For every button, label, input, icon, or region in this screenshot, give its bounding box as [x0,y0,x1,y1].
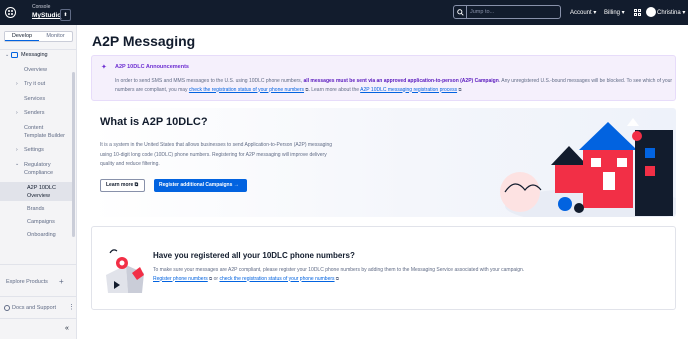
sparkle-icon: ✦ [101,64,107,71]
check-registration-status-link[interactable]: check the registration status of your ph… [219,276,334,282]
announcement-text: In order to send SMS and MMS messages to… [115,77,675,94]
sidebar-item-template-builder[interactable]: Template Builder [24,133,65,139]
announcement-text-part: . Learn more about the [308,86,361,93]
external-link-icon: ⧉ [334,275,340,281]
check-registration-status-link[interactable]: check the registration status of your ph… [189,87,304,93]
message-icon [11,52,18,58]
account-caption: Console [32,4,51,10]
phone-registration-illustration [106,249,144,293]
tab-monitor[interactable]: Monitor [39,32,72,41]
account-menu[interactable]: Account ▾ [570,9,596,16]
sidebar-item-onboarding[interactable]: Onboarding [27,232,56,238]
account-name-link[interactable]: MyStudio [32,12,61,19]
announcement-text-part: In order to send SMS and MMS messages to… [115,78,304,84]
sidebar-item-try-it-out[interactable]: Try it out [24,81,45,87]
sidebar-item-campaigns[interactable]: Campaigns [27,219,55,225]
hero-description: It is a system in the United States that… [100,142,333,167]
search-input[interactable]: Jump to... [470,9,494,15]
registration-process-link[interactable]: A2P 10DLC messaging registration process [360,87,457,93]
sidebar-item-content[interactable]: Content [24,125,43,131]
sidebar-divider [0,296,77,297]
chevron-right-icon[interactable]: › [16,147,18,153]
explore-products-link[interactable]: Explore Products [6,279,48,285]
sidebar-item-senders[interactable]: Senders [24,110,45,116]
sidebar-item-settings[interactable]: Settings [24,147,44,153]
sidebar-item-regulatory[interactable]: Regulatory [24,162,51,168]
account-switcher-button[interactable]: ⬍ [60,9,71,21]
announcement-banner: ✦ A2P 10DLC Announcements In order to se… [91,55,676,101]
page-title: A2P Messaging [92,33,196,49]
external-link-icon: ⧉ [457,86,462,92]
sidebar-item-overview[interactable]: Overview [24,67,47,73]
sidebar-divider [0,264,77,265]
collapse-sidebar-icon[interactable]: « [65,325,69,332]
sidebar: Develop Monitor ⌄ Messaging Overview › T… [0,25,77,339]
docs-and-support-link[interactable]: Docs and Support [12,305,56,311]
search-icon[interactable] [454,6,467,18]
avatar[interactable] [646,7,656,17]
search-field[interactable]: Jump to... [453,5,561,19]
announcement-title: A2P 10DLC Announcements [115,64,189,70]
numbers-card-text-part: To make sure your messages are A2P compl… [153,267,525,273]
tab-develop[interactable]: Develop [5,32,39,41]
sidebar-item-a2p-10dlc[interactable]: A2P 10DLC [27,185,56,191]
top-nav-bar: Console MyStudio ⬍ Jump to... Account ▾ … [0,0,688,25]
sidebar-section-messaging[interactable]: Messaging [21,52,48,58]
sidebar-item-compliance[interactable]: Compliance [24,170,53,176]
sidebar-tabs: Develop Monitor [4,31,73,42]
billing-menu[interactable]: Billing ▾ [604,9,625,16]
chevron-right-icon[interactable]: › [16,110,18,116]
chevron-down-icon[interactable]: ⌄ [5,52,9,58]
sidebar-item-brands[interactable]: Brands [27,206,44,212]
numbers-card-text: To make sure your messages are A2P compl… [153,267,663,283]
learn-more-button[interactable]: Learn more ⧉ [100,179,145,192]
help-icon [4,305,10,311]
user-menu[interactable]: Christina ▾ [657,9,685,16]
chevron-down-icon[interactable]: ⌄ [15,161,19,167]
sidebar-item-services[interactable]: Services [24,96,45,102]
sidebar-scrollbar[interactable] [72,72,75,237]
app-grid-icon[interactable] [634,9,641,16]
add-icon[interactable]: + [59,277,64,286]
register-campaigns-button[interactable]: Register additional Campaigns → [154,179,247,192]
sidebar-item-a2p-overview[interactable]: Overview [27,193,50,199]
announcement-bold-text: all messages must be sent via an approve… [303,78,499,84]
numbers-card-title: Have you registered all your 10DLC phone… [153,251,355,260]
more-options-icon[interactable]: ⋮ [68,303,75,311]
city-illustration [500,118,676,217]
register-phone-numbers-link[interactable]: Register phone numbers [153,276,208,282]
sidebar-divider [0,49,77,50]
sidebar-divider [0,318,77,319]
hero-title: What is A2P 10DLC? [100,116,208,128]
chevron-right-icon[interactable]: › [16,81,18,87]
twilio-logo-icon[interactable] [5,7,16,18]
